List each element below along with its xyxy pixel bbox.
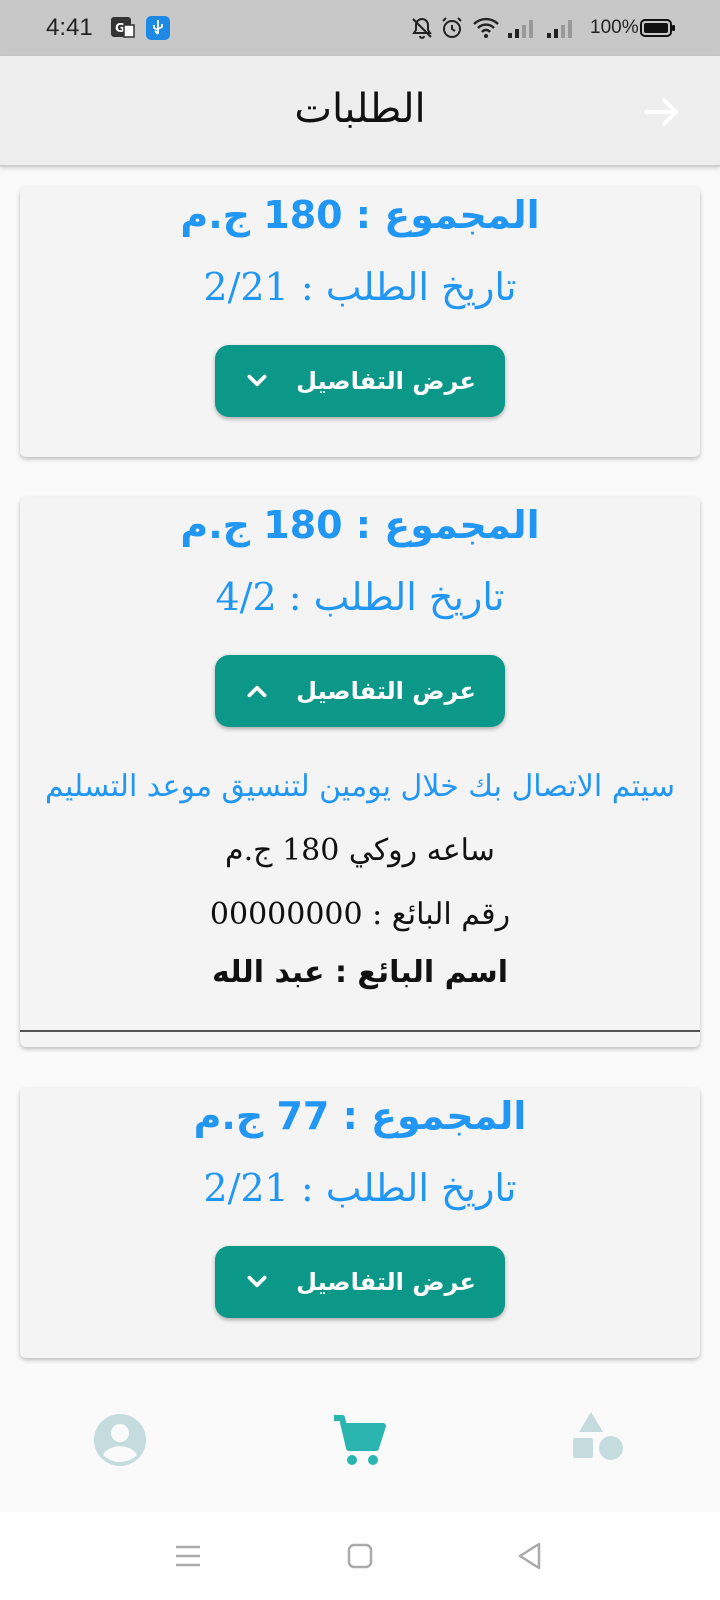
usb-notification-icon xyxy=(146,16,170,40)
chevron-down-icon xyxy=(247,374,267,387)
battery-percent: 100% xyxy=(590,17,639,38)
page-title: الطلبات xyxy=(294,86,426,132)
translate-notification-icon: G xyxy=(111,17,135,38)
account-icon[interactable] xyxy=(90,1410,150,1470)
bottom-nav xyxy=(0,1384,720,1512)
show-details-button[interactable]: عرض التفاصيل xyxy=(215,1246,505,1318)
show-details-label: عرض التفاصيل xyxy=(296,1268,476,1296)
system-nav-bar xyxy=(0,1512,720,1600)
home-icon[interactable] xyxy=(344,1540,376,1572)
delivery-message: سيتم الاتصال بك خلال يومين لتنسيق موعد ا… xyxy=(45,769,675,804)
status-bar: 4:41 G 100% xyxy=(0,0,720,56)
divider xyxy=(20,1030,700,1032)
battery-icon xyxy=(640,19,675,37)
app-bar: الطلبات xyxy=(0,56,720,167)
order-date: تاريخ الطلب : 2/21 xyxy=(203,265,517,309)
order-total: المجموع : 77 ج.م xyxy=(193,1094,527,1138)
seller-number: رقم البائع : 00000000 xyxy=(209,897,511,932)
menu-icon[interactable] xyxy=(172,1540,204,1572)
order-total: المجموع : 180 ج.م xyxy=(180,193,540,237)
cart-icon[interactable] xyxy=(330,1410,390,1470)
mute-icon xyxy=(412,17,432,39)
show-details-label: عرض التفاصيل xyxy=(296,677,476,705)
seller-name: اسم البائع : عبد الله xyxy=(212,955,508,990)
order-card: المجموع : 77 ج.م تاريخ الطلب : 2/21 عرض … xyxy=(20,1088,700,1358)
order-card: المجموع : 180 ج.م تاريخ الطلب : 2/21 عرض… xyxy=(20,187,700,457)
order-card: المجموع : 180 ج.م تاريخ الطلب : 4/2 عرض … xyxy=(20,497,700,1047)
back-triangle-icon[interactable] xyxy=(514,1540,546,1572)
order-total: المجموع : 180 ج.م xyxy=(180,503,540,547)
order-date: تاريخ الطلب : 2/21 xyxy=(203,1166,517,1210)
status-time: 4:41 xyxy=(46,14,93,41)
wifi-icon xyxy=(473,17,499,38)
show-details-button[interactable]: عرض التفاصيل xyxy=(215,345,505,417)
back-arrow-icon[interactable] xyxy=(640,90,684,134)
order-item: ساعه روكي 180 ج.م xyxy=(225,833,495,868)
show-details-label: عرض التفاصيل xyxy=(296,367,476,395)
order-date: تاريخ الطلب : 4/2 xyxy=(215,575,505,619)
chevron-up-icon xyxy=(247,685,267,698)
categories-icon[interactable] xyxy=(570,1410,630,1470)
signal-icon-2 xyxy=(547,20,572,38)
hide-details-button[interactable]: عرض التفاصيل xyxy=(215,655,505,727)
alarm-icon xyxy=(442,17,462,38)
signal-icon-1 xyxy=(508,20,533,38)
chevron-down-icon xyxy=(247,1275,267,1288)
